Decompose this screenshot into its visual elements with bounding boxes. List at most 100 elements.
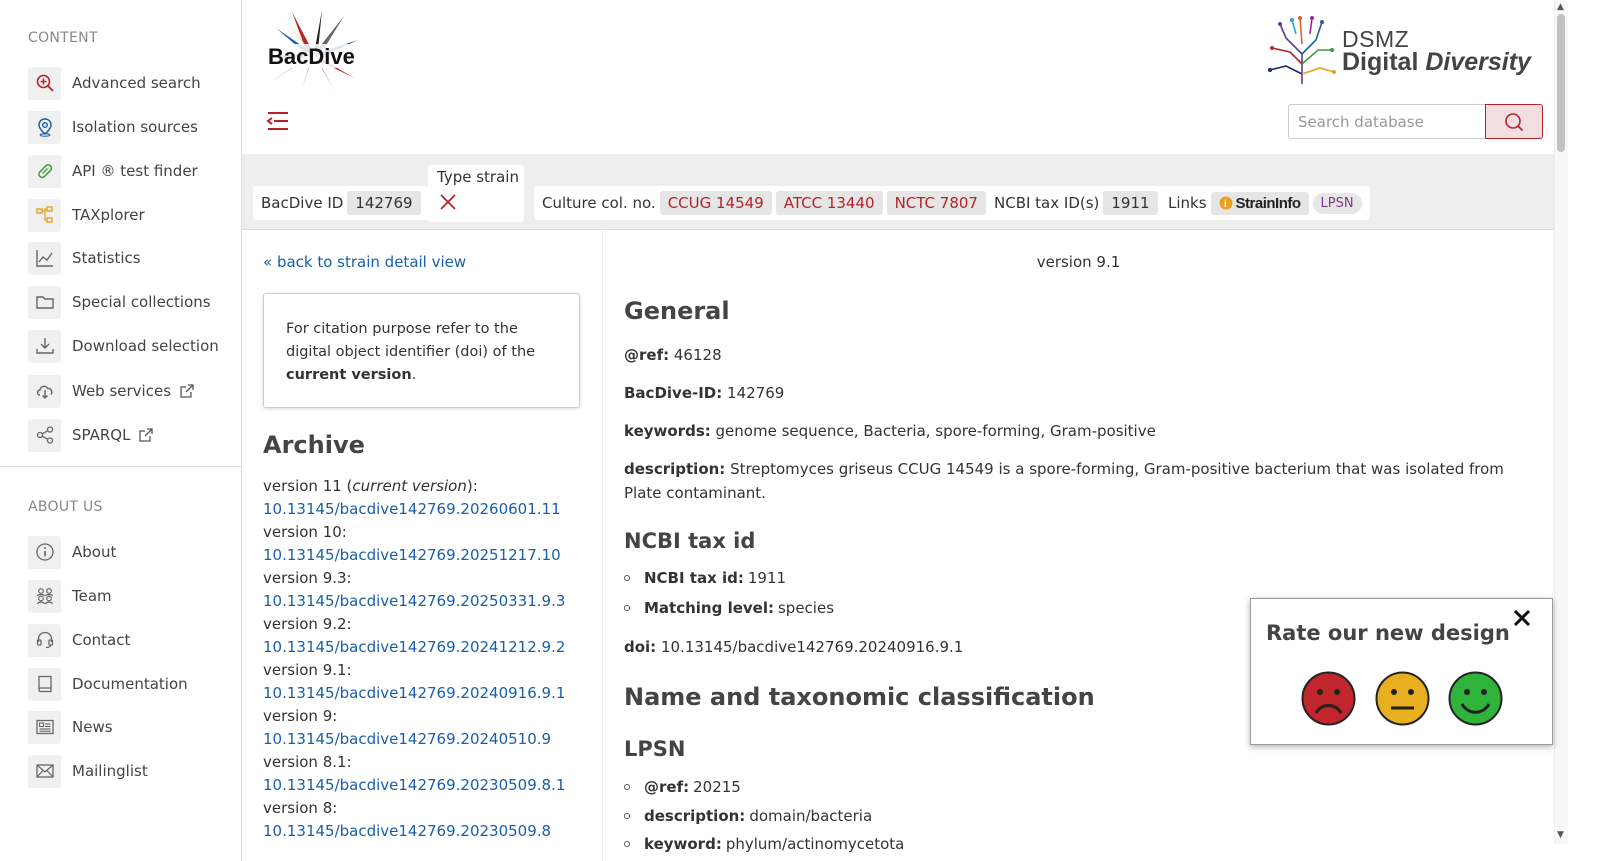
culture-number-link[interactable]: NCTC 7807 xyxy=(886,191,986,215)
sidebar-item-label: Team xyxy=(72,587,112,605)
archive-entry: version 9.3: 10.13145/bacdive142769.2025… xyxy=(263,567,603,613)
archive-list: version 11 (current version): 10.13145/b… xyxy=(263,475,603,843)
sidebar-item-label: TAXplorer xyxy=(72,206,145,224)
links-box: Links i StrainInfo LPSN xyxy=(1160,186,1370,220)
pill-icon xyxy=(28,154,61,188)
archive-entry: version 9.2: 10.13145/bacdive142769.2024… xyxy=(263,613,603,659)
scroll-down-arrow[interactable]: ▼ xyxy=(1557,830,1564,840)
folder-icon xyxy=(28,285,61,319)
external-link-icon xyxy=(138,427,154,443)
happy-face-icon[interactable] xyxy=(1448,671,1503,726)
team-icon xyxy=(28,579,61,613)
ncbi-tax-id-box: NCBI tax ID(s) 1911 xyxy=(986,186,1166,220)
sidebar-item-api-test-finder[interactable]: API ® test finder xyxy=(28,154,198,188)
scroll-up-arrow[interactable]: ▲ xyxy=(1557,2,1564,12)
field-ref: @ref: 46128 xyxy=(624,346,722,364)
search-button[interactable] xyxy=(1485,104,1543,139)
close-button[interactable] xyxy=(1511,607,1533,633)
close-icon xyxy=(1513,609,1531,627)
section-general-title: General xyxy=(624,297,730,325)
archive-entry: version 9: 10.13145/bacdive142769.202405… xyxy=(263,705,603,751)
external-link-icon xyxy=(179,383,195,399)
bacdive-id-box: BacDive ID 142769 xyxy=(253,186,429,220)
bacdive-id-value: 142769 xyxy=(347,191,421,215)
digital-diversity-label: Digital Diversity xyxy=(1342,48,1531,76)
book-icon xyxy=(28,667,61,701)
headset-icon xyxy=(28,623,61,657)
sidebar-item-statistics[interactable]: Statistics xyxy=(28,241,141,275)
neutral-face-icon[interactable] xyxy=(1375,671,1430,726)
sidebar-item-news[interactable]: News xyxy=(28,710,113,744)
sidebar-item-web-services[interactable]: Web services xyxy=(28,374,195,408)
sidebar-item-label: Download selection xyxy=(72,337,219,355)
sidebar-item-label: Mailinglist xyxy=(72,762,148,780)
section-lpsn-title: LPSN xyxy=(624,737,686,761)
type-strain-label: Type strain xyxy=(437,168,519,186)
lpsn-link[interactable]: LPSN xyxy=(1312,192,1362,214)
sidebar-item-contact[interactable]: Contact xyxy=(28,623,130,657)
search-input[interactable] xyxy=(1288,104,1486,139)
ncbi-tax-id-label: NCBI tax ID(s) xyxy=(994,194,1100,212)
archive-doi-link[interactable]: 10.13145/bacdive142769.20260601.11 xyxy=(263,498,603,521)
sidebar-item-download-selection[interactable]: Download selection xyxy=(28,329,219,363)
field-keywords: keywords: genome sequence, Bacteria, spo… xyxy=(624,422,1156,440)
sidebar-item-documentation[interactable]: Documentation xyxy=(28,667,188,701)
culture-collection-label: Culture col. no. xyxy=(542,194,656,212)
search-icon xyxy=(1505,112,1524,131)
page-scrollbar[interactable]: ▲ ▼ xyxy=(1554,0,1568,844)
culture-collection-box: Culture col. no. CCUG 14549 ATCC 13440 N… xyxy=(534,186,994,220)
culture-number-link[interactable]: ATCC 13440 xyxy=(775,191,883,215)
line-chart-icon xyxy=(28,241,61,275)
version-label: version 9.1 xyxy=(1036,253,1121,271)
sad-face-icon[interactable] xyxy=(1301,671,1356,726)
archive-doi-link[interactable]: 10.13145/bacdive142769.20230509.8.1 xyxy=(263,774,603,797)
archive-doi-link[interactable]: 10.13145/bacdive142769.20240916.9.1 xyxy=(263,682,603,705)
section-taxonomy-title: Name and taxonomic classification xyxy=(624,683,1095,711)
list-item-lpsn-description: description: domain/bacteria xyxy=(624,807,872,825)
culture-number-link[interactable]: CCUG 14549 xyxy=(659,191,772,215)
list-item-matching-level: Matching level: species xyxy=(624,599,834,617)
archive-doi-link[interactable]: 10.13145/bacdive142769.20240510.9 xyxy=(263,728,603,751)
dsmz-logo[interactable]: DSMZ Digital Diversity xyxy=(1266,14,1536,86)
search-plus-icon xyxy=(28,66,61,100)
sidebar-item-mailinglist[interactable]: Mailinglist xyxy=(28,754,148,788)
sidebar-item-label: Documentation xyxy=(72,675,188,693)
sidebar-item-taxplorer[interactable]: TAXplorer xyxy=(28,198,145,232)
back-to-strain-link[interactable]: « back to strain detail view xyxy=(263,253,466,271)
sidebar-item-team[interactable]: Team xyxy=(28,579,112,613)
bacdive-id-label: BacDive ID xyxy=(261,194,344,212)
sidebar-item-sparql[interactable]: SPARQL xyxy=(28,418,154,452)
archive-doi-link[interactable]: 10.13145/bacdive142769.20241212.9.2 xyxy=(263,636,603,659)
archive-entry: version 11 (current version): 10.13145/b… xyxy=(263,475,603,521)
sidebar-item-label: Statistics xyxy=(72,249,141,267)
sidebar-item-advanced-search[interactable]: Advanced search xyxy=(28,66,201,100)
sidebar-item-isolation-sources[interactable]: Isolation sources xyxy=(28,110,198,144)
type-strain-box: Type strain xyxy=(428,165,524,222)
archive-doi-link[interactable]: 10.13145/bacdive142769.20250331.9.3 xyxy=(263,590,603,613)
sidebar-item-about[interactable]: About xyxy=(28,535,116,569)
sidebar-item-label: Advanced search xyxy=(72,74,201,92)
sidebar-item-label: Special collections xyxy=(72,293,211,311)
straininfo-link[interactable]: i StrainInfo xyxy=(1210,191,1309,215)
ncbi-tax-id-value[interactable]: 1911 xyxy=(1103,191,1158,215)
archive-title: Archive xyxy=(263,431,365,459)
sidebar-divider xyxy=(0,466,241,467)
menu-toggle-button[interactable] xyxy=(266,110,290,132)
hierarchy-icon xyxy=(28,198,61,232)
sidebar-item-label: Isolation sources xyxy=(72,118,198,136)
archive-panel: « back to strain detail view For citatio… xyxy=(242,231,603,861)
bacdive-logo[interactable]: BacDive xyxy=(262,10,366,92)
cloud-download-icon xyxy=(28,374,61,408)
links-label: Links xyxy=(1168,194,1207,212)
archive-entry: version 9.1: 10.13145/bacdive142769.2024… xyxy=(263,659,603,705)
archive-entry: version 8.1: 10.13145/bacdive142769.2023… xyxy=(263,751,603,797)
sidebar-item-special-collections[interactable]: Special collections xyxy=(28,285,211,319)
archive-doi-link[interactable]: 10.13145/bacdive142769.20251217.10 xyxy=(263,544,603,567)
about-section-title: ABOUT US xyxy=(28,499,103,515)
sidebar-item-label: Contact xyxy=(72,631,131,649)
straininfo-icon: i xyxy=(1219,196,1233,210)
archive-doi-link[interactable]: 10.13145/bacdive142769.20230509.8 xyxy=(263,820,603,843)
newspaper-icon xyxy=(28,710,61,744)
strain-detail-main: version 9.1 General @ref: 46128 BacDive-… xyxy=(603,231,1554,861)
scroll-thumb[interactable] xyxy=(1557,14,1565,152)
